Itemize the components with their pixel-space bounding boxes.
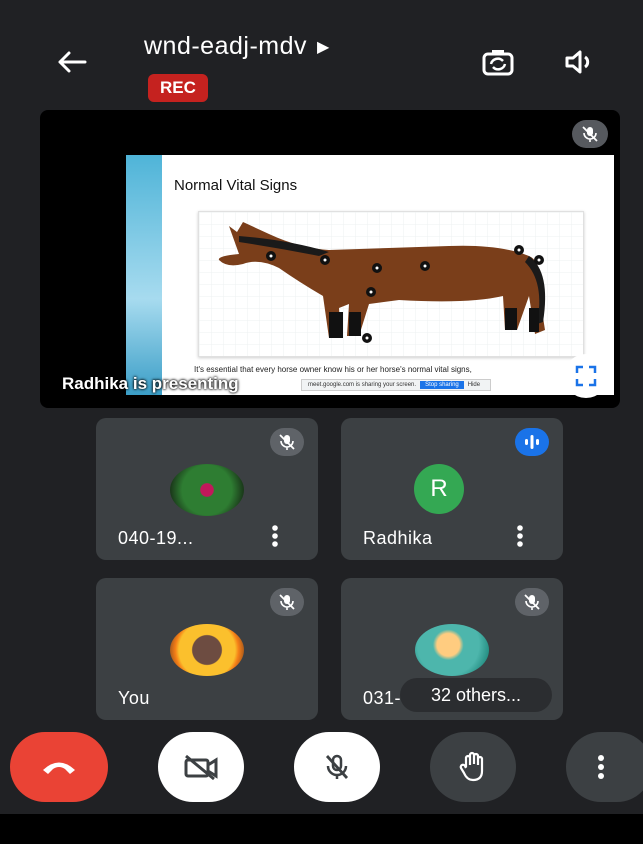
back-arrow-icon[interactable] — [52, 42, 92, 82]
call-controls — [0, 732, 643, 814]
caret-right-icon: ▶ — [317, 38, 330, 56]
participant-tile[interactable]: 040-19... — [96, 418, 318, 560]
presenter-label: Radhika is presenting — [62, 374, 239, 393]
mic-off-icon — [270, 428, 304, 456]
others-count-pill[interactable]: 32 others... — [400, 678, 552, 712]
speaker-icon[interactable] — [562, 44, 598, 80]
participant-name: 031- — [363, 688, 402, 708]
system-nav-bar — [0, 814, 643, 844]
participant-name: Radhika — [363, 528, 433, 548]
share-notice-text: meet.google.com is sharing your screen. — [308, 382, 417, 388]
screen-share-notice: meet.google.com is sharing your screen. … — [301, 379, 491, 391]
mic-toggle-button[interactable] — [294, 732, 380, 802]
more-options-button[interactable] — [566, 732, 643, 802]
camera-off-icon — [184, 754, 218, 781]
avatar: R — [414, 464, 464, 514]
mic-off-icon — [515, 588, 549, 616]
participant-name: You — [118, 688, 150, 708]
more-vert-icon — [598, 755, 604, 779]
fullscreen-button[interactable] — [564, 354, 608, 398]
mic-off-icon — [270, 588, 304, 616]
more-options-icon[interactable] — [515, 524, 525, 548]
slide-decoration — [126, 155, 162, 395]
avatar — [170, 464, 244, 516]
participant-tile[interactable]: R Radhika — [341, 418, 563, 560]
raise-hand-icon — [459, 751, 484, 782]
presentation-tile[interactable]: Normal Vital Signs It's essential that e… — [40, 110, 620, 408]
end-call-icon — [43, 762, 75, 774]
more-options-icon[interactable] — [270, 524, 280, 548]
camera-toggle-button[interactable] — [158, 732, 244, 802]
meeting-title[interactable]: wnd-eadj-mdv ▶ — [144, 32, 330, 61]
participant-tile[interactable]: You — [96, 578, 318, 720]
recording-badge: REC — [148, 74, 208, 102]
mic-off-icon — [572, 120, 608, 148]
meeting-header: wnd-eadj-mdv ▶ REC — [0, 0, 643, 110]
shared-slide: Normal Vital Signs It's essential that e… — [126, 155, 614, 395]
participant-name: 040-19... — [118, 528, 194, 548]
raise-hand-button[interactable] — [430, 732, 516, 802]
switch-camera-icon[interactable] — [480, 44, 516, 80]
audio-wave-icon — [515, 428, 549, 456]
hide-button[interactable]: Hide — [468, 382, 480, 388]
slide-body-text: It's essential that every horse owner kn… — [194, 365, 472, 374]
horse-image — [198, 211, 584, 357]
avatar — [415, 624, 489, 676]
mic-off-icon — [325, 754, 349, 779]
avatar — [170, 624, 244, 676]
meeting-code: wnd-eadj-mdv — [144, 32, 308, 60]
slide-title: Normal Vital Signs — [174, 177, 298, 194]
end-call-button[interactable] — [10, 732, 108, 802]
fullscreen-icon — [575, 365, 597, 387]
stop-sharing-button[interactable]: Stop sharing — [420, 381, 464, 389]
